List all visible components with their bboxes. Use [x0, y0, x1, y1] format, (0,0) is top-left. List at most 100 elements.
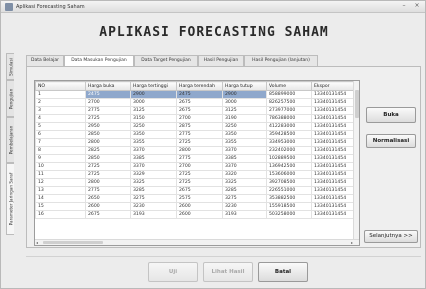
table-cell[interactable]: 153606000 — [266, 170, 312, 179]
table-cell[interactable]: 3275 — [130, 194, 177, 203]
table-cell[interactable]: 359428500 — [266, 130, 312, 139]
column-header[interactable]: NO — [35, 81, 86, 91]
table-row[interactable]: 11 2725 3329 2725 3320 153606000 13340131454 — [35, 170, 356, 179]
column-header[interactable]: Harga terendah — [176, 81, 223, 91]
table-cell[interactable]: 2575 — [176, 194, 223, 203]
table-cell[interactable]: 2900 — [222, 90, 267, 99]
table-row[interactable]: 7 2800 3355 2725 3355 334953000 13340131454 — [35, 138, 356, 147]
table-cell[interactable]: 334953000 — [266, 138, 312, 147]
table-cell[interactable]: 13340131454 — [311, 138, 356, 147]
table-cell[interactable]: 16 — [35, 210, 86, 219]
table-cell[interactable]: 2800 — [85, 138, 131, 147]
table-cell[interactable]: 155918500 — [266, 202, 312, 211]
table-cell[interactable]: 353882500 — [266, 194, 312, 203]
table-cell[interactable]: 858899000 — [266, 90, 312, 99]
table-cell[interactable]: 392708500 — [266, 178, 312, 187]
table-row[interactable]: 5 2950 3250 2875 3250 412283000 13340131454 — [35, 122, 356, 131]
table-row[interactable]: 12 2800 3325 2725 3325 392708500 13340131454 — [35, 178, 356, 187]
table-cell[interactable]: 2775 — [176, 154, 223, 163]
table-cell[interactable]: 8 — [35, 146, 86, 155]
table-cell[interactable]: 3250 — [222, 122, 267, 131]
table-cell[interactable]: 11 — [35, 170, 86, 179]
table-cell[interactable]: 2950 — [85, 122, 131, 131]
table-cell[interactable]: 102889500 — [266, 154, 312, 163]
table-row[interactable]: 13 2775 3285 2675 3285 226551000 13340131454 — [35, 186, 356, 195]
tab-data-belajar[interactable]: Data Belajar — [26, 55, 64, 66]
side-tab-parameter-jaringan-saraf[interactable]: Parameter Jaringan Saraf — [6, 163, 14, 235]
table-cell[interactable]: 2650 — [85, 194, 131, 203]
table-cell[interactable]: 2700 — [176, 114, 223, 123]
table-cell[interactable]: 2700 — [85, 98, 131, 107]
table-cell[interactable]: 2600 — [176, 202, 223, 211]
lihat-hasil-button[interactable]: Lihat Hasil — [203, 262, 253, 282]
table-cell[interactable]: 2850 — [85, 154, 131, 163]
table-cell[interactable]: 3325 — [222, 178, 267, 187]
table-cell[interactable]: 2725 — [85, 162, 131, 171]
table-cell[interactable]: 13340131454 — [311, 98, 356, 107]
uji-button[interactable]: Uji — [148, 262, 198, 282]
table-cell[interactable]: 3193 — [222, 210, 267, 219]
table-cell[interactable]: 2875 — [176, 122, 223, 131]
table-cell[interactable]: 3355 — [222, 138, 267, 147]
table-cell[interactable]: 412283000 — [266, 122, 312, 131]
table-cell[interactable]: 2675 — [85, 210, 131, 219]
table-cell[interactable]: 2675 — [176, 106, 223, 115]
table-cell[interactable]: 13340131454 — [311, 194, 356, 203]
data-table-container[interactable]: NO Harga buka Harga tertinggi Harga tere… — [34, 80, 360, 246]
table-row[interactable]: 10 2725 3370 2700 3370 136942500 13340131454 — [35, 162, 356, 171]
batal-button[interactable]: Batal — [258, 262, 308, 282]
column-header[interactable]: Harga buka — [85, 81, 131, 91]
table-cell[interactable]: 2775 — [85, 186, 131, 195]
table-cell[interactable]: 2800 — [85, 178, 131, 187]
table-cell[interactable]: 3285 — [130, 186, 177, 195]
close-icon[interactable]: × — [412, 3, 422, 10]
scrollbar-thumb[interactable] — [355, 90, 359, 118]
minimize-icon[interactable]: – — [399, 3, 409, 10]
table-row[interactable]: 1 2475 2900 2475 2900 858899000 13340131454 — [35, 90, 356, 99]
table-cell[interactable]: 3350 — [222, 130, 267, 139]
table-cell[interactable]: 2 — [35, 98, 86, 107]
table-cell[interactable]: 13340131454 — [311, 210, 356, 219]
table-cell[interactable]: 3285 — [222, 186, 267, 195]
table-cell[interactable]: 273977000 — [266, 106, 312, 115]
side-tab-simulasi[interactable]: Simulasi — [6, 53, 14, 80]
table-cell[interactable]: 13340131454 — [311, 90, 356, 99]
table-cell[interactable]: 14 — [35, 194, 86, 203]
table-cell[interactable]: 3325 — [130, 178, 177, 187]
table-cell[interactable]: 15 — [35, 202, 86, 211]
table-cell[interactable]: 3193 — [130, 210, 177, 219]
selanjutnya-button[interactable]: Selanjutnya >> — [364, 230, 418, 243]
table-cell[interactable]: 232402000 — [266, 146, 312, 155]
scrollbar-thumb[interactable] — [43, 241, 103, 244]
table-cell[interactable]: 3230 — [222, 202, 267, 211]
table-cell[interactable]: 2850 — [85, 130, 131, 139]
table-cell[interactable]: 12 — [35, 178, 86, 187]
table-cell[interactable]: 3275 — [222, 194, 267, 203]
table-cell[interactable]: 3000 — [130, 98, 177, 107]
table-cell[interactable]: 6 — [35, 130, 86, 139]
table-cell[interactable]: 2825 — [85, 146, 131, 155]
table-cell[interactable]: 3355 — [130, 138, 177, 147]
table-row[interactable]: 9 2850 3385 2775 3385 102889500 13340131454 — [35, 154, 356, 163]
table-cell[interactable]: 226551000 — [266, 186, 312, 195]
table-row[interactable]: 8 2825 3370 2800 3370 232402000 13340131454 — [35, 146, 356, 155]
table-cell[interactable]: 13340131454 — [311, 186, 356, 195]
table-cell[interactable]: 2725 — [176, 178, 223, 187]
buka-button[interactable]: Buka — [366, 107, 416, 123]
column-header[interactable]: Volume — [266, 81, 312, 91]
table-row[interactable]: 14 2650 3275 2575 3275 353882500 13340131454 — [35, 194, 356, 203]
table-row[interactable]: 6 2850 3350 2775 3350 359428500 13340131454 — [35, 130, 356, 139]
table-cell[interactable]: 3150 — [130, 114, 177, 123]
table-cell[interactable]: 2725 — [176, 170, 223, 179]
table-cell[interactable]: 7 — [35, 138, 86, 147]
table-cell[interactable]: 13340131454 — [311, 162, 356, 171]
table-cell[interactable]: 2475 — [176, 90, 223, 99]
table-cell[interactable]: 1 — [35, 90, 86, 99]
table-cell[interactable]: 2800 — [176, 146, 223, 155]
table-cell[interactable]: 3190 — [222, 114, 267, 123]
table-cell[interactable]: 2725 — [176, 138, 223, 147]
column-header[interactable]: Harga tutup — [222, 81, 267, 91]
table-cell[interactable]: 2475 — [85, 90, 131, 99]
table-cell[interactable]: 3 — [35, 106, 86, 115]
column-header[interactable]: Harga tertinggi — [130, 81, 177, 91]
